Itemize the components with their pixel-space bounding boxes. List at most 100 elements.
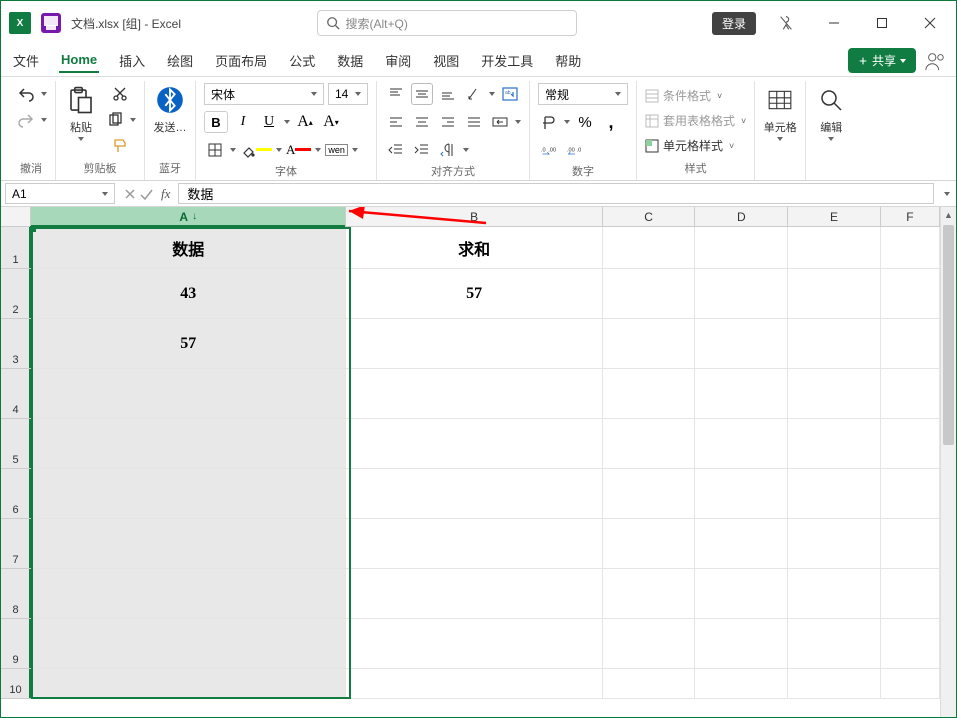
underline-button[interactable]: U [258, 111, 280, 133]
accessibility-icon[interactable] [768, 9, 804, 37]
cell-A5[interactable] [31, 419, 346, 469]
cell-B7[interactable] [346, 519, 602, 569]
cell-D2[interactable] [695, 269, 788, 319]
borders-button[interactable] [204, 139, 226, 161]
decrease-decimal-button[interactable]: .00.0 [564, 139, 586, 161]
font-color-button[interactable]: A [286, 139, 311, 161]
row-header-10[interactable]: 10 [1, 669, 31, 699]
editing-button[interactable]: 编辑 [814, 83, 848, 141]
row-header-8[interactable]: 8 [1, 569, 31, 619]
tab-data[interactable]: 数据 [335, 47, 365, 74]
cell-C10[interactable] [603, 669, 696, 699]
column-header-D[interactable]: D [695, 207, 788, 227]
align-center-button[interactable] [411, 111, 433, 133]
cell-E2[interactable] [788, 269, 881, 319]
align-top-button[interactable] [385, 83, 407, 105]
row-header-5[interactable]: 5 [1, 419, 31, 469]
cell-D5[interactable] [695, 419, 788, 469]
cell-B10[interactable] [346, 669, 602, 699]
cell-A1[interactable]: 数据 [31, 227, 346, 269]
cell-F4[interactable] [881, 369, 940, 419]
cell-A6[interactable] [31, 469, 346, 519]
column-header-E[interactable]: E [788, 207, 881, 227]
cell-E7[interactable] [788, 519, 881, 569]
tab-view[interactable]: 视图 [431, 47, 461, 74]
column-header-C[interactable]: C [603, 207, 696, 227]
chevron-down-icon[interactable] [276, 148, 282, 152]
table-format-button[interactable]: 套用表格格式 ˅ [645, 112, 746, 129]
cell-C7[interactable] [603, 519, 696, 569]
tab-formulas[interactable]: 公式 [287, 47, 317, 74]
cell-B4[interactable] [346, 369, 602, 419]
cell-B6[interactable] [346, 469, 602, 519]
window-maximize-button[interactable] [864, 9, 900, 37]
cell-F9[interactable] [881, 619, 940, 669]
redo-button[interactable] [15, 109, 37, 131]
cell-F1[interactable] [881, 227, 940, 269]
share-button[interactable]: 共享 [848, 48, 916, 73]
increase-indent-button[interactable] [411, 139, 433, 161]
row-header-2[interactable]: 2 [1, 269, 31, 319]
row-header-7[interactable]: 7 [1, 519, 31, 569]
tab-home[interactable]: Home [59, 48, 99, 73]
justify-button[interactable] [463, 111, 485, 133]
phonetic-button[interactable]: wen [325, 139, 348, 161]
cell-A3[interactable]: 57 [31, 319, 346, 369]
expand-formula-bar-button[interactable] [938, 181, 956, 206]
cell-C5[interactable] [603, 419, 696, 469]
search-input[interactable]: 搜索(Alt+Q) [317, 10, 577, 36]
chevron-down-icon[interactable] [130, 118, 136, 122]
chevron-down-icon[interactable] [352, 148, 358, 152]
select-all-corner[interactable] [1, 207, 31, 227]
cell-D9[interactable] [695, 619, 788, 669]
undo-button[interactable] [15, 83, 37, 105]
cell-B1[interactable]: 求和 [346, 227, 602, 269]
chevron-down-icon[interactable] [230, 148, 236, 152]
confirm-icon[interactable] [139, 187, 153, 201]
cut-button[interactable] [104, 83, 136, 105]
coauthor-icon[interactable] [924, 50, 946, 72]
increase-decimal-button[interactable]: .0.00 [538, 139, 560, 161]
cell-A7[interactable] [31, 519, 346, 569]
conditional-format-button[interactable]: 条件格式 ˅ [645, 87, 746, 104]
save-button[interactable] [41, 13, 61, 33]
cell-C6[interactable] [603, 469, 696, 519]
copy-button[interactable] [104, 109, 126, 131]
fx-label[interactable]: fx [157, 181, 174, 206]
cell-B3[interactable] [346, 319, 602, 369]
align-middle-button[interactable] [411, 83, 433, 105]
bold-button[interactable]: B [204, 111, 228, 133]
paste-button[interactable]: 粘贴 [64, 83, 98, 141]
chevron-down-icon[interactable] [41, 92, 47, 96]
row-header-3[interactable]: 3 [1, 319, 31, 369]
cell-C3[interactable] [603, 319, 696, 369]
cell-F7[interactable] [881, 519, 940, 569]
cell-A10[interactable] [31, 669, 346, 699]
chevron-down-icon[interactable] [315, 148, 321, 152]
chevron-down-icon[interactable] [489, 92, 495, 96]
row-header-6[interactable]: 6 [1, 469, 31, 519]
name-box[interactable]: A1 [5, 183, 115, 204]
cell-C4[interactable] [603, 369, 696, 419]
align-left-button[interactable] [385, 111, 407, 133]
tab-insert[interactable]: 插入 [117, 47, 147, 74]
orientation-button[interactable] [463, 83, 485, 105]
window-close-button[interactable] [912, 9, 948, 37]
cell-B5[interactable] [346, 419, 602, 469]
decrease-font-button[interactable]: A▾ [320, 111, 342, 133]
percent-button[interactable]: % [574, 111, 596, 133]
scroll-up-button[interactable]: ▲ [941, 207, 956, 223]
cell-F6[interactable] [881, 469, 940, 519]
cell-E3[interactable] [788, 319, 881, 369]
vertical-scrollbar[interactable]: ▲ [940, 207, 956, 717]
cell-E10[interactable] [788, 669, 881, 699]
font-name-select[interactable]: 宋体 [204, 83, 324, 105]
tab-help[interactable]: 帮助 [553, 47, 583, 74]
tab-review[interactable]: 审阅 [383, 47, 413, 74]
align-right-button[interactable] [437, 111, 459, 133]
row-header-9[interactable]: 9 [1, 619, 31, 669]
cell-D3[interactable] [695, 319, 788, 369]
cell-A4[interactable] [31, 369, 346, 419]
cell-C9[interactable] [603, 619, 696, 669]
wrap-text-button[interactable]: ab [499, 83, 521, 105]
